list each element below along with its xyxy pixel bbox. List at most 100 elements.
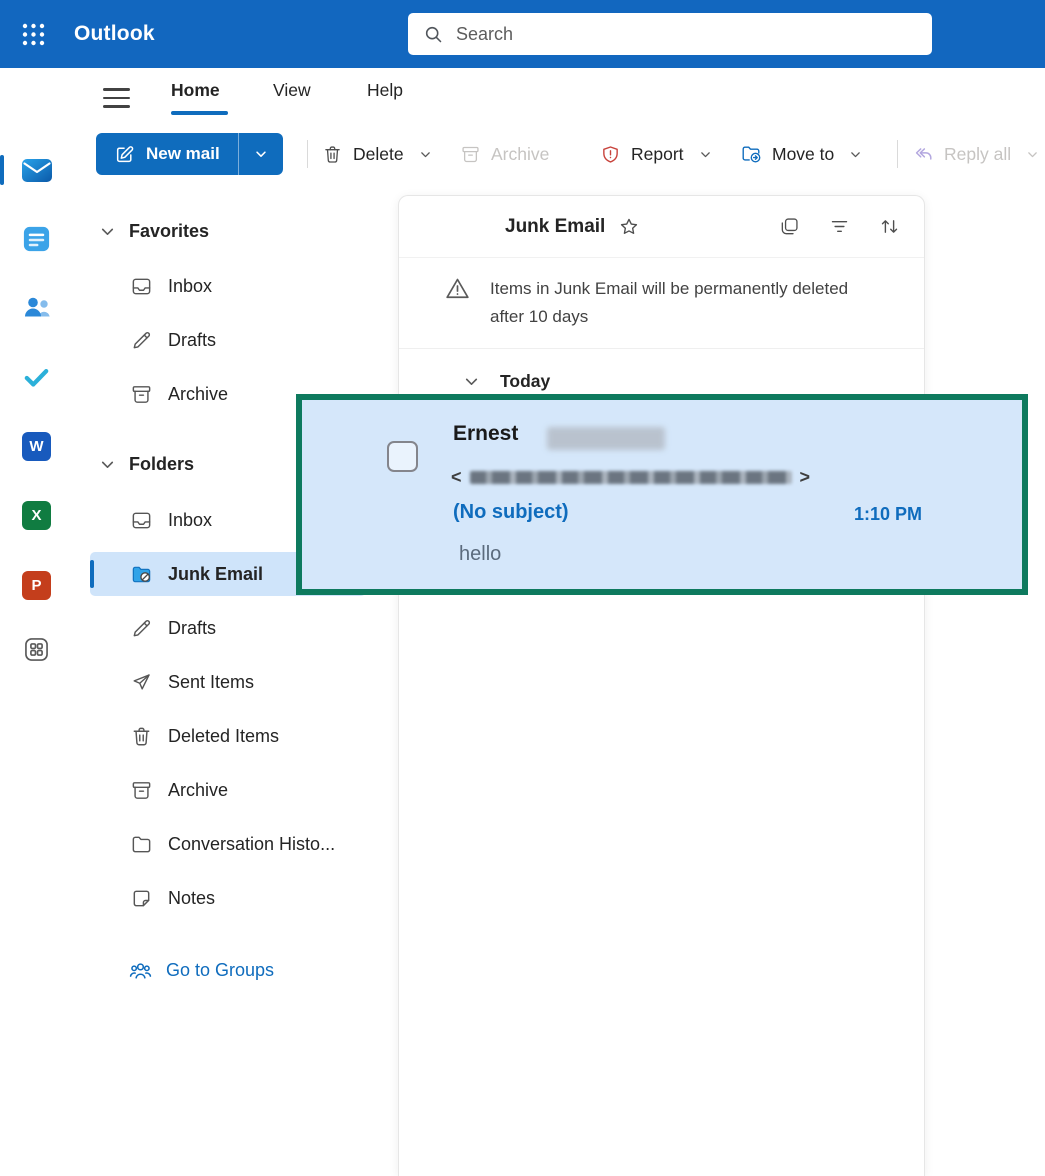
message-list-item-highlighted[interactable]: Ernest < > (No subject) 1:10 PM hello	[296, 394, 1028, 595]
folder-label: Drafts	[168, 330, 216, 351]
toolbar-separator	[307, 140, 308, 168]
groups-people-icon	[128, 958, 153, 983]
chevron-down-icon	[99, 223, 116, 240]
archive-icon	[130, 383, 153, 406]
folder-label: Notes	[168, 888, 215, 909]
folder-label: Archive	[168, 384, 228, 405]
message-checkbox[interactable]	[387, 441, 418, 472]
date-group-label: Today	[500, 371, 550, 392]
folder-label: Inbox	[168, 276, 212, 297]
powerpoint-icon: P	[22, 571, 51, 600]
app-launcher-button[interactable]	[0, 0, 66, 68]
delete-label: Delete	[353, 144, 404, 165]
folder-item-drafts[interactable]: Drafts	[90, 606, 366, 650]
people-icon	[21, 291, 53, 323]
select-messages-icon[interactable]	[779, 216, 800, 237]
rail-item-outlook[interactable]	[0, 148, 73, 192]
go-to-groups-link[interactable]: Go to Groups	[90, 948, 366, 992]
favorite-item-inbox[interactable]: Inbox	[90, 264, 366, 308]
favorite-item-drafts[interactable]: Drafts	[90, 318, 366, 362]
folder-item-conversation-history[interactable]: Conversation Histo...	[90, 822, 366, 866]
message-list-header: Junk Email	[399, 196, 924, 258]
rail-item-todo[interactable]	[0, 354, 73, 398]
folder-pane: Favorites Inbox Drafts Archive Folders	[73, 190, 398, 1176]
tab-help[interactable]: Help	[367, 80, 403, 101]
reply-all-icon	[912, 143, 934, 165]
archive-icon	[130, 779, 153, 802]
rail-item-more-apps[interactable]	[0, 627, 73, 671]
tab-home[interactable]: Home	[171, 80, 220, 101]
report-label: Report	[631, 144, 684, 165]
search-bar[interactable]	[408, 13, 932, 55]
drafts-pencil-icon	[130, 329, 153, 352]
excel-icon: X	[22, 501, 51, 530]
outlook-mail-icon	[19, 152, 55, 188]
folder-item-notes[interactable]: Notes	[90, 876, 366, 920]
reply-all-label: Reply all	[944, 144, 1011, 165]
folder-item-sent-items[interactable]: Sent Items	[90, 660, 366, 704]
folder-label: Deleted Items	[168, 726, 279, 747]
search-icon	[423, 24, 444, 45]
report-button[interactable]: Report	[600, 136, 712, 172]
rail-item-excel[interactable]: X	[0, 493, 73, 537]
rail-item-word[interactable]: W	[0, 424, 73, 468]
folder-label: Conversation Histo...	[168, 834, 335, 855]
folder-item-archive[interactable]: Archive	[90, 768, 366, 812]
toolbar-separator	[897, 140, 898, 168]
chevron-down-icon	[699, 148, 712, 161]
rail-item-powerpoint[interactable]: P	[0, 563, 73, 607]
rail-item-calendar[interactable]	[0, 216, 73, 260]
chevron-down-icon	[419, 148, 432, 161]
new-mail-dropdown-button[interactable]	[238, 133, 283, 175]
tab-view[interactable]: View	[273, 80, 311, 101]
redacted-email-address	[470, 471, 792, 484]
active-tab-underline	[171, 111, 228, 115]
inbox-icon	[130, 275, 153, 298]
message-sender: Ernest	[453, 422, 518, 446]
go-to-groups-label: Go to Groups	[166, 960, 274, 981]
sort-icon[interactable]	[879, 216, 900, 237]
filter-icon[interactable]	[829, 216, 850, 237]
chevron-down-icon	[254, 147, 268, 161]
rail-item-people[interactable]	[0, 285, 73, 329]
calendar-icon	[21, 223, 52, 254]
favorite-star-icon[interactable]	[618, 216, 640, 238]
archive-label: Archive	[491, 144, 549, 165]
archive-button: Archive	[460, 136, 549, 172]
todo-check-icon	[21, 361, 52, 392]
address-bracket-close: >	[800, 467, 811, 488]
delete-button[interactable]: Delete	[322, 136, 432, 172]
new-mail-button[interactable]: New mail	[96, 133, 238, 175]
favorites-header-label: Favorites	[129, 221, 209, 242]
favorites-section-header[interactable]: Favorites	[90, 209, 366, 253]
more-apps-icon	[22, 635, 51, 664]
reply-all-button: Reply all	[912, 136, 1039, 172]
folder-label: Inbox	[168, 510, 212, 531]
sent-plane-icon	[130, 671, 153, 694]
message-list-pane: Junk Email Items in Junk Email will	[398, 195, 925, 1176]
inbox-icon	[130, 509, 153, 532]
ribbon-tab-row: Home View Help	[73, 68, 1045, 130]
folder-item-deleted-items[interactable]: Deleted Items	[90, 714, 366, 758]
chevron-down-icon	[1026, 148, 1039, 161]
folder-label: Drafts	[168, 618, 216, 639]
word-icon: W	[22, 432, 51, 461]
drafts-pencil-icon	[130, 617, 153, 640]
hamburger-menu-button[interactable]	[103, 88, 130, 108]
outlook-app: Outlook	[0, 0, 1045, 1176]
report-shield-icon	[600, 144, 621, 165]
folder-title: Junk Email	[505, 216, 605, 238]
waffle-icon	[20, 21, 47, 48]
app-rail: W X P	[0, 68, 73, 1176]
command-toolbar: New mail Delete A	[73, 130, 1045, 178]
junk-retention-banner: Items in Junk Email will be permanently …	[399, 258, 924, 349]
message-subject: (No subject)	[453, 501, 569, 524]
chevron-down-icon	[463, 373, 480, 390]
move-to-button[interactable]: Move to	[740, 136, 862, 172]
top-bar: Outlook	[0, 0, 1045, 68]
folder-label: Archive	[168, 780, 228, 801]
junk-email-folder-icon	[130, 563, 153, 586]
search-input[interactable]	[456, 24, 917, 45]
new-mail-split-button[interactable]: New mail	[96, 133, 283, 175]
junk-retention-text: Items in Junk Email will be permanently …	[490, 275, 852, 331]
